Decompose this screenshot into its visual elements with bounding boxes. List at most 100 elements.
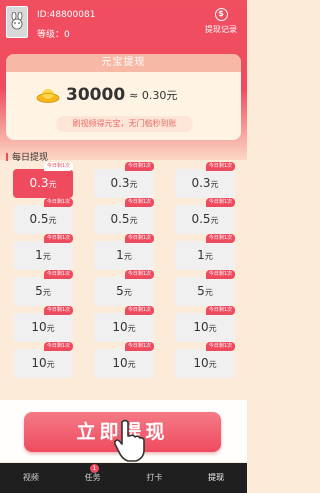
- tab-item[interactable]: 提现: [185, 463, 247, 493]
- option-amount: 5: [116, 284, 124, 298]
- option-amount: 10: [193, 320, 209, 334]
- remaining-times-tag: 今日剩1次: [124, 162, 154, 171]
- option-amount: 10: [31, 356, 47, 370]
- remaining-times-tag: 今日剩1次: [43, 234, 73, 243]
- remaining-times-tag: 今日剩1次: [124, 234, 154, 243]
- withdraw-record-label: 提现记录: [205, 25, 237, 34]
- option-unit: 元: [123, 252, 132, 261]
- withdraw-option-tile[interactable]: 5元 今日剩1次: [13, 270, 73, 306]
- tab-label: 提现: [208, 473, 225, 482]
- tab-label: 打卡: [146, 473, 163, 482]
- withdraw-option-tile[interactable]: 1元 今日剩1次: [175, 234, 235, 270]
- avatar[interactable]: [6, 6, 28, 38]
- daily-withdraw-title: 每日提现: [6, 150, 48, 163]
- user-id: ID:48800081: [37, 10, 96, 20]
- remaining-times-tag: 今日剩1次: [205, 162, 235, 171]
- withdraw-option-tile[interactable]: 10元 今日剩1次: [13, 306, 73, 342]
- option-amount: 1: [116, 248, 124, 262]
- option-amount: 10: [31, 320, 47, 334]
- user-header: ID:48800081 等级：0 $ 提现记录: [0, 0, 247, 46]
- option-unit: 元: [204, 252, 213, 261]
- remaining-times-tag: 今日剩1次: [205, 198, 235, 207]
- withdraw-option-tile[interactable]: 1元 今日剩1次: [13, 234, 73, 270]
- remaining-times-tag: 今日剩1次: [124, 342, 154, 351]
- withdraw-option-tile[interactable]: 1元 今日剩1次: [94, 234, 154, 270]
- option-unit: 元: [210, 216, 219, 225]
- withdraw-option-tile[interactable]: 0.5元 今日剩1次: [94, 198, 154, 234]
- withdraw-options-grid: 0.3元 今日剩1次 0.3元 今日剩1次 0.3元 今日剩1次 0.5元 今日剩1次 0.5元…: [13, 162, 235, 378]
- option-amount: 1: [197, 248, 205, 262]
- coin-balance-row: 30000 ≈ 0.30元: [36, 82, 177, 108]
- coin-value-approx: ≈ 0.30元: [129, 89, 178, 102]
- option-unit: 元: [129, 180, 138, 189]
- option-unit: 元: [208, 360, 217, 369]
- remaining-times-tag: 今日剩1次: [43, 198, 73, 207]
- remaining-times-tag: 今日剩1次: [43, 342, 73, 351]
- option-amount: 0.3: [191, 176, 211, 190]
- pointing-hand-icon: [113, 419, 145, 462]
- remaining-times-tag: 今日剩1次: [43, 270, 73, 279]
- option-unit: 元: [46, 360, 55, 369]
- option-unit: 元: [210, 180, 219, 189]
- remaining-times-tag: 今日剩1次: [124, 270, 154, 279]
- option-amount: 10: [112, 356, 128, 370]
- option-amount: 5: [197, 284, 205, 298]
- option-unit: 元: [48, 180, 57, 189]
- tab-badge: 1: [89, 464, 99, 473]
- option-unit: 元: [127, 324, 136, 333]
- tab-label: 视频: [22, 473, 39, 482]
- option-unit: 元: [129, 216, 138, 225]
- user-level: 等级：0: [37, 30, 70, 40]
- option-amount: 10: [193, 356, 209, 370]
- withdraw-option-tile[interactable]: 5元 今日剩1次: [94, 270, 154, 306]
- withdraw-option-tile[interactable]: 0.5元 今日剩1次: [175, 198, 235, 234]
- remaining-times-tag: 今日剩1次: [205, 270, 235, 279]
- remaining-times-tag: 今日剩1次: [43, 162, 73, 171]
- option-amount: 0.3: [29, 176, 49, 190]
- withdraw-option-tile[interactable]: 0.3元 今日剩1次: [175, 162, 235, 198]
- balance-card-title: 元宝提现: [6, 54, 241, 72]
- option-unit: 元: [42, 288, 51, 297]
- withdraw-option-tile[interactable]: 10元 今日剩1次: [94, 342, 154, 378]
- withdraw-option-tile[interactable]: 0.3元 今日剩1次: [13, 162, 73, 198]
- option-unit: 元: [204, 288, 213, 297]
- option-unit: 元: [123, 288, 132, 297]
- gold-ingot-icon: [36, 89, 60, 103]
- balance-card: 元宝提现 30000 ≈ 0.30元 刷视频得元宝，无门槛秒到账: [6, 54, 241, 140]
- bottom-tab-bar: 视频 任务 1 打卡 提现: [0, 463, 247, 493]
- tab-item[interactable]: 视频: [0, 463, 62, 493]
- remaining-times-tag: 今日剩1次: [205, 306, 235, 315]
- remaining-times-tag: 今日剩1次: [124, 306, 154, 315]
- tab-item[interactable]: 任务 1: [62, 463, 124, 493]
- remaining-times-tag: 今日剩1次: [124, 198, 154, 207]
- option-amount: 0.5: [29, 212, 49, 226]
- withdraw-option-tile[interactable]: 10元 今日剩1次: [175, 306, 235, 342]
- rabbit-avatar-icon: [11, 12, 23, 30]
- remaining-times-tag: 今日剩1次: [43, 306, 73, 315]
- tab-item[interactable]: 打卡: [124, 463, 186, 493]
- option-amount: 5: [35, 284, 43, 298]
- withdraw-option-tile[interactable]: 10元 今日剩1次: [175, 342, 235, 378]
- option-amount: 0.5: [110, 212, 130, 226]
- option-amount: 10: [112, 320, 128, 334]
- balance-hint: 刷视频得元宝，无门槛秒到账: [56, 116, 193, 132]
- option-unit: 元: [46, 324, 55, 333]
- option-amount: 0.5: [191, 212, 211, 226]
- coin-amount: 30000: [66, 85, 126, 105]
- record-icon: $: [214, 8, 228, 21]
- remaining-times-tag: 今日剩1次: [205, 342, 235, 351]
- withdraw-option-tile[interactable]: 10元 今日剩1次: [94, 306, 154, 342]
- option-amount: 1: [35, 248, 43, 262]
- withdraw-option-tile[interactable]: 10元 今日剩1次: [13, 342, 73, 378]
- withdraw-record-button[interactable]: $ 提现记录: [201, 8, 241, 35]
- option-amount: 0.3: [110, 176, 130, 190]
- option-unit: 元: [48, 216, 57, 225]
- remaining-times-tag: 今日剩1次: [205, 234, 235, 243]
- withdraw-option-tile[interactable]: 0.3元 今日剩1次: [94, 162, 154, 198]
- option-unit: 元: [127, 360, 136, 369]
- option-unit: 元: [42, 252, 51, 261]
- option-unit: 元: [208, 324, 217, 333]
- withdraw-option-tile[interactable]: 5元 今日剩1次: [175, 270, 235, 306]
- tab-label: 任务: [84, 473, 101, 482]
- withdraw-option-tile[interactable]: 0.5元 今日剩1次: [13, 198, 73, 234]
